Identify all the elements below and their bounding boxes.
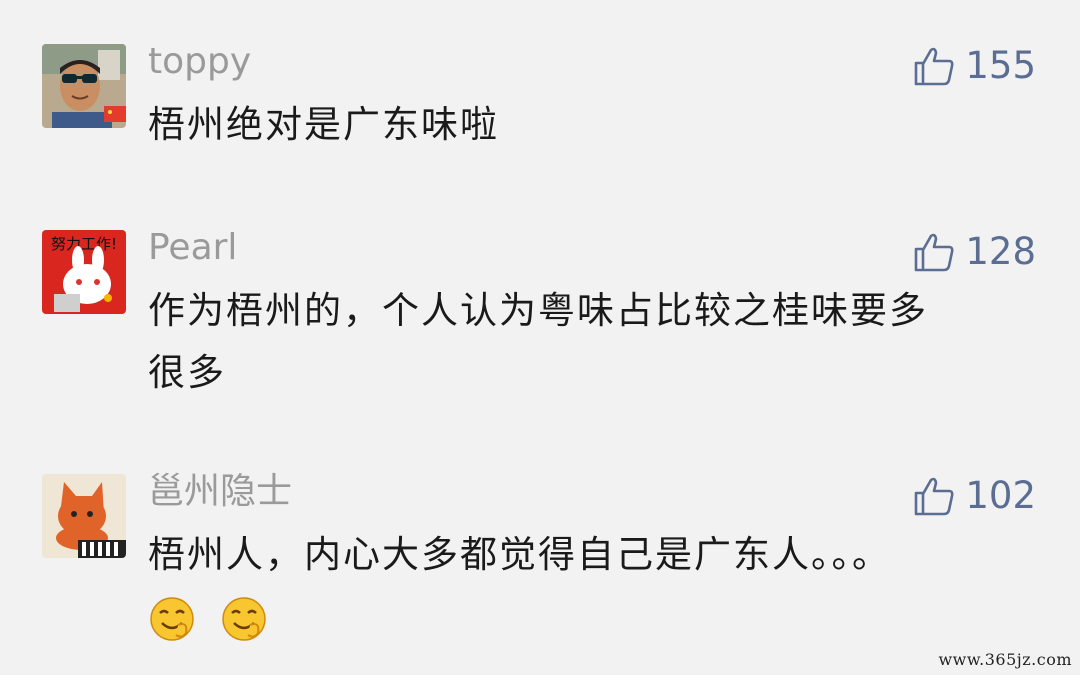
thumbs-up-icon (915, 47, 954, 86)
avatar-caption: 努力工作! (51, 235, 117, 253)
watermark: www.365jz.com (938, 650, 1072, 669)
comment-item: toppy 155 梧州绝对是广东味啦 (0, 0, 1080, 200)
comment-text-line: 很多 (148, 351, 226, 394)
comment-author[interactable]: Pearl (148, 226, 237, 270)
comment-text-line: 作为梧州的，个人认为粤味占比较之桂味要多 (148, 289, 928, 332)
like-button[interactable]: 155 (913, 44, 1036, 88)
grin-emoji-icon (150, 596, 194, 641)
comment-text: 梧州绝对是广东味啦 (148, 103, 499, 146)
like-count: 128 (965, 230, 1036, 273)
like-button[interactable]: 102 (913, 474, 1036, 518)
sunglasses-man-avatar-icon (42, 44, 126, 128)
comment-text: 梧州人，内心大多都觉得自己是广东人。。。 (148, 524, 1048, 648)
avatar[interactable] (42, 44, 126, 128)
like-button[interactable]: 128 (913, 230, 1036, 274)
comment-text-line: 梧州人，内心大多都觉得自己是广东人。。。 (148, 533, 891, 576)
thumbs-up-icon (915, 477, 954, 516)
comment-author[interactable]: 邕州隐士 (148, 470, 292, 514)
emoji-row (148, 586, 1048, 648)
comment-author[interactable]: toppy (148, 40, 251, 84)
bunny-sticker-avatar-icon: 努力工作! (42, 230, 126, 314)
comment-text: 作为梧州的，个人认为粤味占比较之桂味要多 很多 (148, 280, 1048, 404)
like-count: 155 (965, 44, 1036, 87)
grin-emoji-icon (222, 596, 266, 641)
thumbs-up-icon (915, 233, 954, 272)
avatar[interactable] (42, 474, 126, 558)
avatar[interactable]: 努力工作! (42, 230, 126, 314)
like-count: 102 (965, 474, 1036, 517)
cat-piano-avatar-icon (42, 474, 126, 558)
